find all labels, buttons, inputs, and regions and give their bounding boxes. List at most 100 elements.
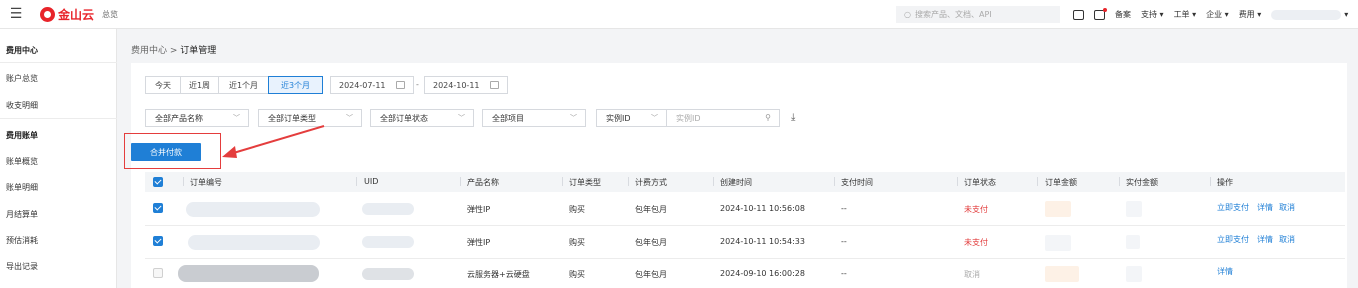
row-checkbox-disabled	[153, 268, 163, 278]
enterprise-menu[interactable]: 企业 ▾	[1206, 9, 1229, 20]
search-icon: ⚲	[765, 113, 771, 122]
paid-amount-redacted	[1126, 266, 1142, 282]
cell-paid: --	[841, 269, 847, 278]
chevron-down-icon: ﹀	[651, 114, 658, 122]
cell-order-type: 购买	[569, 270, 585, 279]
th-product: 产品名称	[467, 178, 499, 187]
row-checkbox[interactable]	[153, 236, 163, 246]
cell-status: 取消	[964, 270, 980, 279]
column-separator	[834, 177, 835, 186]
sidebar-item-bill-detail[interactable]: 账单明细	[6, 182, 38, 193]
detail-link[interactable]: 详情	[1217, 266, 1233, 277]
cell-product: 弹性IP	[467, 205, 491, 214]
calendar-icon	[489, 81, 499, 89]
order-id-redacted	[178, 265, 319, 282]
billing-label: 费用	[1238, 10, 1255, 19]
instance-field-select[interactable]: 实例ID ﹀	[596, 109, 667, 127]
uid-redacted	[362, 236, 414, 248]
logo-text: 金山云	[58, 7, 95, 22]
pay-now-link[interactable]: 立即支付	[1217, 202, 1249, 213]
cell-status: 未支付	[964, 238, 988, 247]
th-created: 创建时间	[720, 178, 752, 187]
enterprise-label: 企业	[1206, 10, 1223, 19]
th-status: 订单状态	[964, 178, 996, 187]
cell-billing: 包年包月	[635, 205, 667, 214]
range-week-button[interactable]: 近1周	[180, 76, 219, 94]
sidebar-item-monthly-statement[interactable]: 月结算单	[6, 209, 38, 220]
user-name-redacted	[1271, 9, 1342, 20]
detail-link[interactable]: 详情	[1257, 202, 1273, 213]
overview-link[interactable]: 总览	[102, 9, 118, 20]
detail-link[interactable]: 详情	[1257, 234, 1273, 245]
instance-id-input[interactable]: 实例ID ⚲	[666, 109, 780, 127]
paid-amount-redacted	[1126, 235, 1140, 249]
record-link[interactable]: 备案	[1115, 9, 1131, 20]
cancel-link[interactable]: 取消	[1279, 202, 1295, 213]
sidebar-item-bill-overview[interactable]: 账单概览	[6, 156, 38, 167]
arrow-head	[222, 146, 237, 158]
th-order-id: 订单编号	[190, 178, 222, 187]
breadcrumb: 费用中心 > 订单管理	[131, 43, 216, 56]
breadcrumb-parent[interactable]: 费用中心	[131, 46, 167, 56]
sidebar-item-income-expense[interactable]: 收支明细	[6, 100, 38, 111]
order-amount-redacted	[1045, 201, 1071, 217]
cell-paid: --	[841, 204, 847, 213]
billing-menu[interactable]: 费用 ▾	[1239, 9, 1262, 20]
cell-product: 弹性IP	[467, 238, 491, 247]
row-checkbox[interactable]	[153, 203, 163, 213]
search-input[interactable]: ○ 搜索产品、文档、API	[896, 6, 1060, 23]
start-date-value: 2024-07-11	[339, 80, 386, 90]
th-actions: 操作	[1217, 178, 1233, 187]
language-icon[interactable]	[1073, 9, 1084, 20]
annotation-arrow	[222, 125, 325, 158]
cell-paid: --	[841, 237, 847, 246]
cell-created: 2024-10-11 10:56:08	[720, 204, 805, 213]
end-date-value: 2024-10-11	[433, 80, 480, 90]
cell-created: 2024-10-11 10:54:33	[720, 237, 805, 246]
select-all-checkbox[interactable]	[153, 177, 163, 187]
range-today-button[interactable]: 今天	[145, 76, 181, 94]
pay-now-link[interactable]: 立即支付	[1217, 234, 1249, 245]
sidebar-item-export-records[interactable]: 导出记录	[6, 261, 38, 272]
chevron-down-icon: ﹀	[458, 114, 465, 122]
download-icon[interactable]: ⤓	[791, 112, 795, 123]
row-divider	[145, 225, 1345, 226]
logo[interactable]: 金山云	[40, 6, 94, 23]
hamburger-icon[interactable]: ☰	[6, 4, 26, 24]
range-month-button[interactable]: 近1个月	[218, 76, 269, 94]
project-select[interactable]: 全部项目 ﹀	[482, 109, 586, 127]
product-select-value: 全部产品名称	[155, 113, 203, 123]
date-separator: -	[416, 80, 419, 89]
instance-id-placeholder: 实例ID	[676, 113, 701, 123]
order-id-redacted	[186, 202, 320, 217]
cell-billing: 包年包月	[635, 238, 667, 247]
row-divider	[145, 258, 1345, 259]
sidebar-item-account-overview[interactable]: 账户总览	[6, 73, 38, 84]
cell-order-type: 购买	[569, 205, 585, 214]
th-paid: 支付时间	[841, 178, 873, 187]
ticket-menu[interactable]: 工单 ▾	[1174, 9, 1197, 20]
sidebar-section-cost-bill[interactable]: 费用账单	[6, 130, 38, 141]
sidebar-divider	[0, 118, 117, 119]
order-status-select[interactable]: 全部订单状态 ﹀	[370, 109, 474, 127]
th-order-amount: 订单金额	[1045, 178, 1077, 187]
column-separator	[1037, 177, 1038, 186]
search-placeholder: 搜索产品、文档、API	[914, 10, 992, 19]
uid-redacted	[362, 268, 414, 280]
search-icon: ○	[904, 10, 911, 19]
range-3months-button[interactable]: 近3个月	[268, 76, 323, 94]
cancel-link[interactable]: 取消	[1279, 234, 1295, 245]
end-date-picker[interactable]: 2024-10-11	[424, 76, 508, 94]
order-id-redacted	[188, 235, 320, 250]
message-icon[interactable]	[1094, 7, 1107, 20]
sidebar-cost-center[interactable]: 费用中心	[6, 45, 38, 56]
calendar-icon	[395, 81, 405, 89]
column-separator	[628, 177, 629, 186]
th-paid-amount: 实付金额	[1126, 178, 1158, 187]
chevron-down-icon: ﹀	[570, 114, 577, 122]
support-menu[interactable]: 支持 ▾	[1141, 9, 1164, 20]
sidebar-item-estimated-usage[interactable]: 预估消耗	[6, 235, 38, 246]
start-date-picker[interactable]: 2024-07-11	[330, 76, 414, 94]
cell-product: 云服务器+云硬盘	[467, 270, 530, 279]
user-menu[interactable]: ▾	[1271, 9, 1348, 20]
